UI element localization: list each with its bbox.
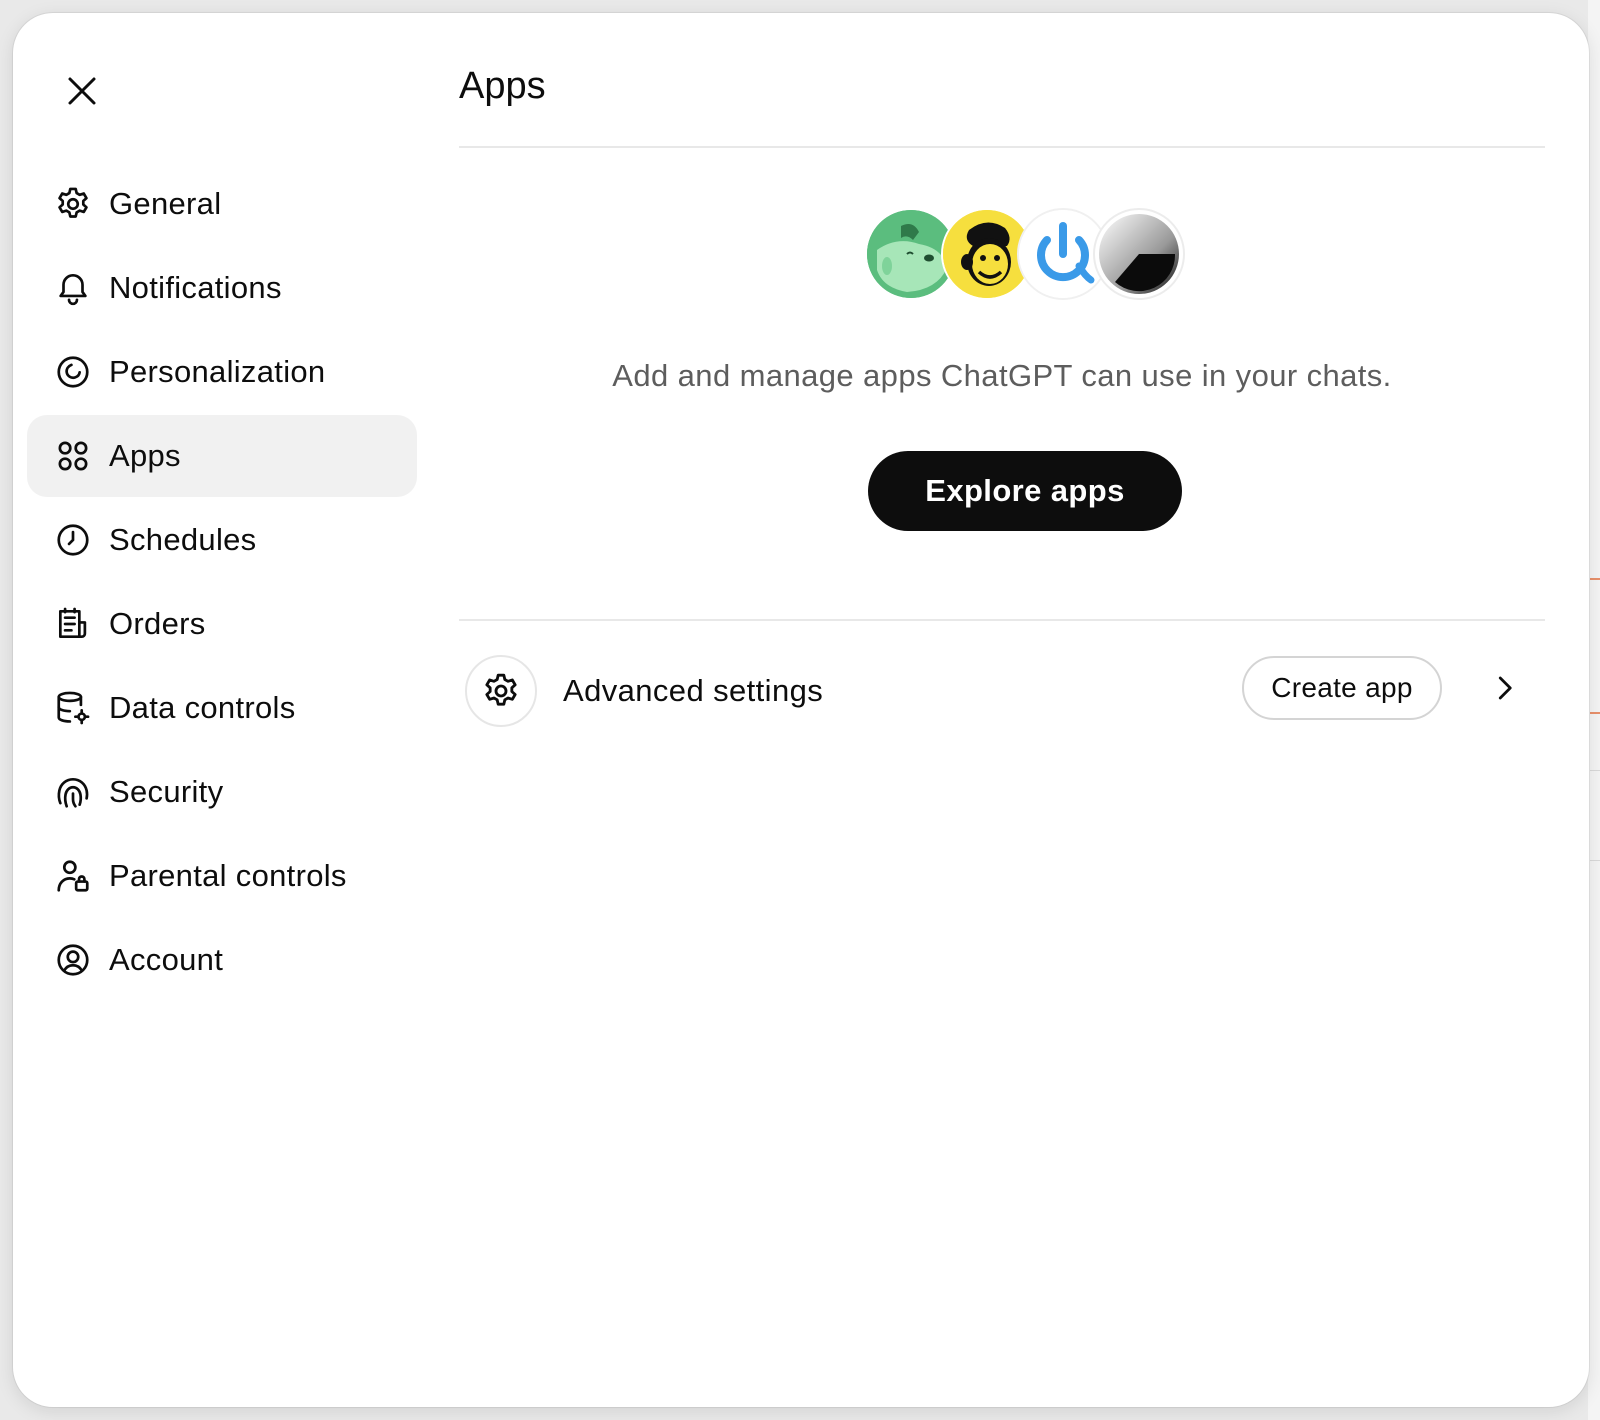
background-divider xyxy=(1590,770,1600,771)
sidebar-item-orders[interactable]: Orders xyxy=(27,583,417,665)
close-button[interactable] xyxy=(59,68,105,114)
create-app-button[interactable]: Create app xyxy=(1242,656,1442,720)
header-divider xyxy=(459,146,1545,148)
sidebar-item-label: Parental controls xyxy=(109,858,347,893)
sidebar-item-label: Orders xyxy=(109,606,206,641)
close-icon xyxy=(68,77,96,105)
sidebar-item-label: Account xyxy=(109,942,224,977)
explore-apps-button[interactable]: Explore apps xyxy=(868,451,1182,531)
chevron-right-icon xyxy=(1498,676,1512,700)
background-accent-line xyxy=(1590,712,1600,714)
apps-grid-icon xyxy=(53,436,93,476)
sidebar-item-label: Personalization xyxy=(109,354,326,389)
bell-icon xyxy=(53,268,93,308)
sidebar-item-apps[interactable]: Apps xyxy=(27,415,417,497)
gear-icon xyxy=(485,673,517,706)
advanced-settings-chevron-button[interactable] xyxy=(1479,663,1529,713)
sidebar-item-data-controls[interactable]: Data controls xyxy=(27,667,417,749)
sidebar-item-schedules[interactable]: Schedules xyxy=(27,499,417,581)
receipt-icon xyxy=(53,604,93,644)
sidebar-item-label: Notifications xyxy=(109,270,282,305)
sidebar-item-notifications[interactable]: Notifications xyxy=(27,247,417,329)
settings-dialog: General Notifications Personalization Ap… xyxy=(13,13,1589,1407)
settings-sidebar: General Notifications Personalization Ap… xyxy=(27,163,417,1003)
gradient-app-logo xyxy=(1093,208,1185,300)
gear-icon xyxy=(53,184,93,224)
clock-icon xyxy=(53,520,93,560)
sidebar-item-general[interactable]: General xyxy=(27,163,417,245)
sidebar-item-account[interactable]: Account xyxy=(27,919,417,1001)
sidebar-item-security[interactable]: Security xyxy=(27,751,417,833)
sidebar-item-label: General xyxy=(109,186,222,221)
advanced-settings-icon-wrapper xyxy=(465,655,537,727)
advanced-settings-label: Advanced settings xyxy=(563,673,824,708)
sidebar-item-personalization[interactable]: Personalization xyxy=(27,331,417,413)
database-gear-icon xyxy=(53,688,93,728)
user-circle-icon xyxy=(53,940,93,980)
sidebar-item-label: Apps xyxy=(109,438,181,473)
sidebar-item-parental-controls[interactable]: Parental controls xyxy=(27,835,417,917)
advanced-settings-row[interactable]: Advanced settings Create app xyxy=(459,649,1545,737)
sidebar-item-label: Security xyxy=(109,774,224,809)
section-divider xyxy=(459,619,1545,621)
apps-description: Add and manage apps ChatGPT can use in y… xyxy=(612,358,1392,393)
app-logos-group xyxy=(865,208,1185,304)
fingerprint-icon xyxy=(53,772,93,812)
user-lock-icon xyxy=(53,856,93,896)
page-title: Apps xyxy=(459,65,546,107)
sidebar-item-label: Schedules xyxy=(109,522,257,557)
sidebar-item-label: Data controls xyxy=(109,690,296,725)
background-divider xyxy=(1590,860,1600,861)
personalization-icon xyxy=(53,352,93,392)
background-window-edge xyxy=(1588,0,1600,1420)
background-accent-line xyxy=(1590,578,1600,580)
